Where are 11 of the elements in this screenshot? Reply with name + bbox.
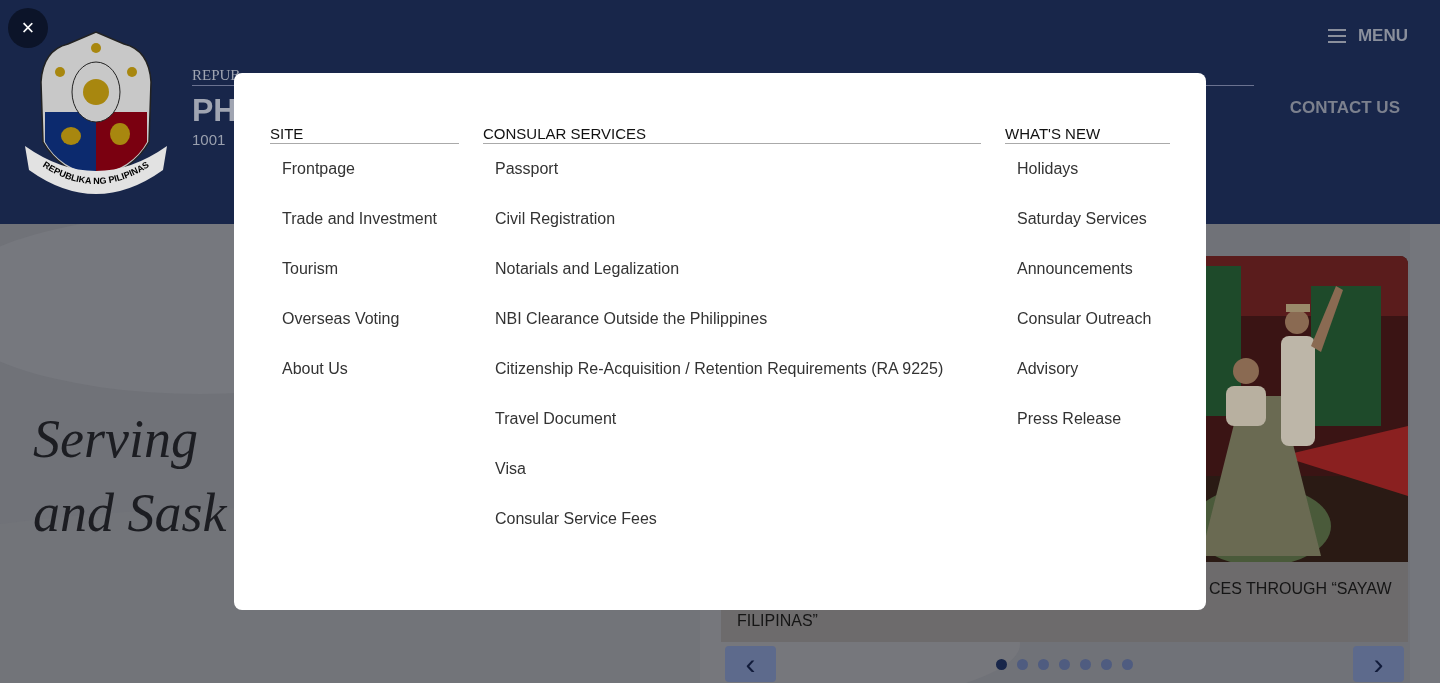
menu-link[interactable]: Frontpage [270,158,459,208]
menu-button[interactable]: MENU [1327,26,1408,46]
site-title: PH [192,92,237,129]
menu-link[interactable]: Passport [483,158,981,208]
site-address: 1001 [192,131,226,148]
contact-link[interactable]: CONTACT US [1289,98,1400,118]
menu-column-heading: WHAT'S NEW [1005,125,1170,144]
menu-column-heading: CONSULAR SERVICES [483,125,981,144]
menu-icon [1327,29,1346,43]
menu-column-heading: SITE [270,125,459,144]
menu-link[interactable]: Holidays [1005,158,1170,208]
